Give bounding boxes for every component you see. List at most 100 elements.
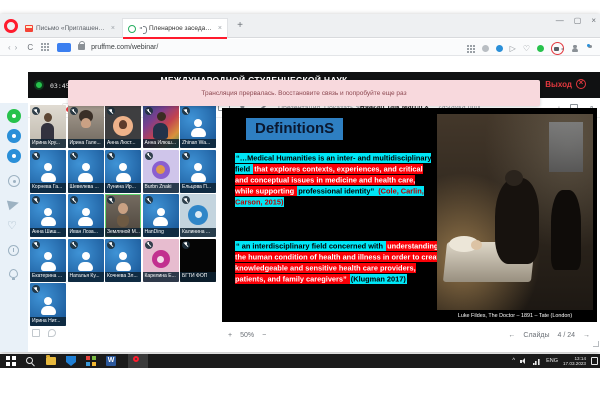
presentation-controls: + 50% − ← Слайды 4 / 24 → xyxy=(216,329,600,345)
ideas-lightbulb-icon[interactable] xyxy=(9,269,18,278)
participant-tile[interactable]: Иван Лоза... xyxy=(68,194,104,237)
participant-name: Наталья Ку... xyxy=(68,272,104,282)
history-clock-icon[interactable] xyxy=(8,245,19,256)
participant-tile[interactable]: Корнева Га... xyxy=(30,150,66,193)
participant-name: Ирина Гале... xyxy=(68,139,104,149)
close-button[interactable]: × xyxy=(591,16,596,25)
address-bar: ‹› C pruffme.com/webinar/ ▷ ♡ xyxy=(0,39,600,56)
language-indicator[interactable]: ENG xyxy=(546,358,558,364)
camera-recording-icon[interactable] xyxy=(551,42,564,55)
participant-tile[interactable]: Анна Илюш... xyxy=(143,105,179,148)
account-notification-icon[interactable] xyxy=(586,45,594,53)
settings-gear-icon[interactable] xyxy=(8,175,20,187)
browser-tab-mail[interactable]: Письмо «Приглашени… × xyxy=(20,18,120,38)
mail-favicon-icon xyxy=(25,25,33,32)
participant-tile[interactable]: Ирина Кру... xyxy=(30,105,66,148)
participant-tile-speaking[interactable]: Земляной М... xyxy=(105,194,141,237)
sound-status-icon[interactable] xyxy=(7,149,21,163)
prev-slide-button[interactable]: ← xyxy=(508,332,515,339)
painting-child xyxy=(471,240,482,250)
extension-icon[interactable] xyxy=(482,45,489,52)
maximize-button[interactable]: ▢ xyxy=(574,16,582,25)
security-shield-icon[interactable] xyxy=(66,356,76,366)
taskbar-search-icon[interactable] xyxy=(26,357,33,364)
participant-tile[interactable]: Калинина ... xyxy=(180,194,216,237)
mic-muted-icon xyxy=(182,107,190,115)
participant-tile[interactable]: Екатерина ... xyxy=(30,239,66,282)
opera-logo-icon[interactable] xyxy=(4,19,18,33)
tray-chevron-icon[interactable]: ^ xyxy=(512,358,515,364)
participant-tile[interactable]: Лунина Ир... xyxy=(105,150,141,193)
minimize-button[interactable]: — xyxy=(556,16,564,25)
participant-tile[interactable]: Ельцова П... xyxy=(180,150,216,193)
network-icon[interactable] xyxy=(533,358,541,365)
start-button[interactable] xyxy=(6,356,16,366)
zoom-in-button[interactable]: + xyxy=(228,332,232,339)
notification-center-icon[interactable] xyxy=(591,357,598,365)
opera-taskbar-active[interactable] xyxy=(128,354,148,368)
new-tab-button[interactable]: + xyxy=(233,18,247,34)
participant-tile[interactable]: Карелина Е... xyxy=(143,239,179,282)
browser-extension-icons: ▷ ♡ xyxy=(459,42,594,55)
participant-tile[interactable]: Zhinan Wa... xyxy=(180,105,216,148)
painting-parent xyxy=(551,190,581,270)
tab-close-icon[interactable]: × xyxy=(111,25,115,32)
camera-status-icon[interactable] xyxy=(7,109,21,123)
status-dot-icon xyxy=(537,45,544,52)
speed-dial-icon[interactable] xyxy=(41,43,49,51)
next-slide-button[interactable]: → xyxy=(583,332,590,339)
back-forward-buttons[interactable]: ‹› xyxy=(8,43,21,52)
screenshot-root: Письмо «Приглашени… × Пленарное заседани… xyxy=(0,0,600,400)
mic-muted-icon xyxy=(32,196,40,204)
browser-tab-webinar[interactable]: Пленарное заседани… × xyxy=(122,18,228,38)
participant-tile[interactable]: HanDing xyxy=(143,194,179,237)
mic-muted-icon xyxy=(182,196,190,204)
fullscreen-icon[interactable] xyxy=(32,329,40,337)
bookmark-heart-icon[interactable]: ♡ xyxy=(523,44,530,53)
time-text: 13:14 xyxy=(575,356,587,361)
participant-tile[interactable]: Ирина Нит... xyxy=(30,283,66,326)
resize-handle[interactable] xyxy=(593,341,599,347)
chat-icon[interactable] xyxy=(48,329,56,337)
slide-text-cyan: “ an interdisciplinary field concerned w… xyxy=(235,241,386,251)
participant-tile[interactable]: Анна Шиш... xyxy=(30,194,66,237)
zoom-level: 50% xyxy=(240,332,254,339)
painting-window xyxy=(549,122,583,172)
mic-muted-icon xyxy=(70,107,78,115)
participant-tile[interactable]: Наталья Ку... xyxy=(68,239,104,282)
mic-muted-icon xyxy=(145,152,153,160)
reactions-heart-icon[interactable]: ♡ xyxy=(7,221,17,231)
photos-app-icon[interactable] xyxy=(86,356,96,366)
participant-tile[interactable]: Burbn Znaki xyxy=(143,150,179,193)
play-icon[interactable]: ▷ xyxy=(510,44,516,53)
chat-send-icon[interactable] xyxy=(7,198,20,211)
vpn-badge[interactable] xyxy=(57,43,71,52)
participant-tile[interactable]: Анна Люст... xyxy=(105,105,141,148)
sync-icon[interactable] xyxy=(496,45,503,52)
participant-tile[interactable]: БГТИ ФОП xyxy=(180,239,216,282)
participant-tile[interactable]: Шевелева ... xyxy=(68,150,104,193)
participant-name: Burbn Znaki xyxy=(143,183,179,193)
participant-tile[interactable]: Кочнева Зл... xyxy=(105,239,141,282)
url-text[interactable]: pruffme.com/webinar/ xyxy=(91,44,158,51)
webinar-page: 03:45:19 МЕЖДУНАРОДНОЙ СТУДЕНЧЕСКОЙ НАУК… xyxy=(0,57,600,352)
file-explorer-icon[interactable] xyxy=(46,357,56,365)
volume-icon[interactable] xyxy=(520,358,528,365)
clock[interactable]: 13:1417.03.2023 xyxy=(563,356,586,367)
profile-icon[interactable] xyxy=(571,45,579,53)
tab-audio-icon xyxy=(139,26,146,32)
participant-name: Иван Лоза... xyxy=(68,228,104,238)
participant-name: Лунина Ир... xyxy=(105,183,141,193)
participant-tile[interactable]: Ирина Гале... xyxy=(68,105,104,148)
zoom-out-button[interactable]: − xyxy=(262,332,266,339)
snapshot-icon[interactable] xyxy=(467,45,475,53)
mic-status-icon[interactable] xyxy=(7,129,21,143)
reload-button[interactable]: C xyxy=(27,43,33,52)
slide-title: DefinitionS xyxy=(246,118,343,140)
presentation-slide: DefinitionS “…Medical Humanities is an i… xyxy=(222,108,597,322)
painting-doctor xyxy=(495,178,539,264)
exit-button[interactable]: Выход xyxy=(539,78,592,90)
tab-close-icon[interactable]: × xyxy=(218,25,222,32)
participant-name: Шевелева ... xyxy=(68,183,104,193)
word-app-icon[interactable]: W xyxy=(106,356,116,366)
